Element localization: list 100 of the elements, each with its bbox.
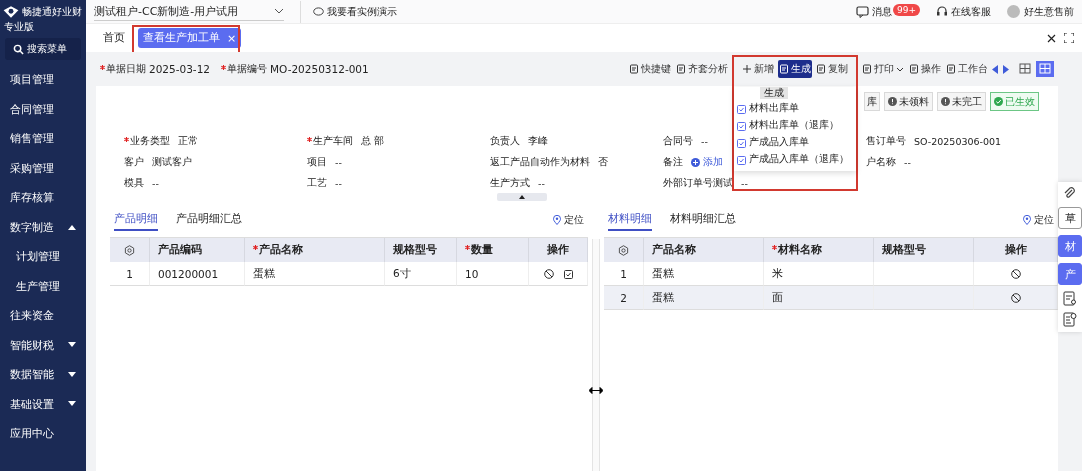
field-label: 售订单号 xyxy=(866,134,906,148)
sidebar-item[interactable]: 库存核算 xyxy=(0,183,86,213)
sidebar-item[interactable]: 基础设置 xyxy=(0,389,86,419)
menu-item[interactable]: 材料出库单 xyxy=(734,101,856,116)
field-label: 备注 xyxy=(663,155,683,169)
column-header: 操作 xyxy=(1004,243,1027,257)
check-circle-icon xyxy=(994,97,1003,106)
sidebar-item[interactable]: 数字制造 xyxy=(0,212,86,242)
table-cell: 10 xyxy=(457,262,529,286)
field-label: 户名称 xyxy=(866,155,896,169)
user-menu[interactable]: 好生意售前 xyxy=(1024,4,1074,19)
card-view-icon[interactable] xyxy=(1036,61,1054,77)
document-info-icon[interactable] xyxy=(1063,312,1077,327)
toolbar-button[interactable]: 工作台 xyxy=(945,60,989,78)
demo-link[interactable]: 我要看实例演示 xyxy=(300,0,397,23)
messages-button[interactable]: 消息 xyxy=(856,4,892,19)
toolbar-button[interactable]: 快捷键 xyxy=(628,60,672,78)
menu-search-button[interactable]: 搜索菜单 xyxy=(5,38,81,60)
toolbar-button[interactable]: 打印 xyxy=(861,60,905,78)
clipboard-check-icon xyxy=(737,154,746,165)
logo-text: 畅捷通好业财 xyxy=(22,5,82,19)
sidebar-subitem[interactable]: 生产管理 xyxy=(0,271,86,301)
sidebar-item[interactable]: 采购管理 xyxy=(0,153,86,183)
tool-icon xyxy=(676,64,686,74)
menu-item[interactable]: 产成品入库单 xyxy=(734,135,856,150)
row-number: 2 xyxy=(604,286,644,310)
resize-cursor-icon xyxy=(589,387,603,394)
required-icon xyxy=(100,64,105,70)
collapse-toggle-icon[interactable] xyxy=(497,193,547,201)
clipboard-check-icon[interactable] xyxy=(563,268,573,279)
side-tool-button[interactable]: 材 xyxy=(1058,235,1082,257)
support-button[interactable]: 在线客服 xyxy=(936,4,991,19)
column-header: 数量 xyxy=(465,243,493,257)
detail-tab[interactable]: 产品明细 xyxy=(114,209,158,231)
column-header: 材料名称 xyxy=(772,243,822,257)
toolbar-button[interactable]: 复制 xyxy=(815,60,849,78)
page-tab[interactable]: 首页 xyxy=(98,28,130,48)
menu-item[interactable]: 产成品入库单（退库） xyxy=(734,152,856,167)
column-header: 规格型号 xyxy=(393,243,437,257)
disable-icon[interactable] xyxy=(543,268,554,279)
field-value: 李峰 xyxy=(528,134,548,148)
chevron-down-icon xyxy=(274,8,284,14)
column-header: 产品名称 xyxy=(253,243,303,257)
sidebar-subitem[interactable]: 计划管理 xyxy=(0,242,86,272)
field-label: 单据编号 xyxy=(221,62,268,76)
document-search-icon[interactable] xyxy=(1063,291,1077,306)
disable-icon[interactable] xyxy=(1010,292,1021,303)
toolbar-button[interactable]: 操作 xyxy=(908,60,942,78)
field-value: 测试客户 xyxy=(152,155,192,169)
toolbar-button[interactable]: 新增 xyxy=(741,60,775,78)
toolbar-button[interactable]: 生成 xyxy=(778,60,812,78)
detail-tab[interactable]: 产品明细汇总 xyxy=(176,209,242,231)
required-icon xyxy=(253,245,258,250)
grid-view-icon[interactable] xyxy=(1016,61,1034,77)
sidebar-item[interactable]: 往来资金 xyxy=(0,301,86,331)
sidebar-item[interactable]: 销售管理 xyxy=(0,124,86,154)
tenant-select[interactable]: 测试租户-CC新制造-用户试用 xyxy=(94,2,284,21)
clipboard-check-icon xyxy=(737,103,746,114)
chat-icon xyxy=(313,6,324,17)
sidebar-item[interactable]: 数据智能 xyxy=(0,360,86,390)
detail-tab[interactable]: 材料明细汇总 xyxy=(670,209,736,231)
required-icon xyxy=(124,136,129,142)
search-icon xyxy=(13,43,24,55)
disable-icon[interactable] xyxy=(1010,268,1021,279)
status-tag: 未领料 xyxy=(884,92,933,111)
field-label: 负责人 xyxy=(490,134,520,148)
caret-icon xyxy=(68,342,76,349)
fullscreen-icon[interactable] xyxy=(1064,33,1074,43)
locate-button[interactable]: 定位 xyxy=(1023,213,1054,227)
field-label: 客户 xyxy=(124,155,144,169)
field-label: 业务类型 xyxy=(124,134,170,148)
paperclip-icon[interactable] xyxy=(1063,187,1077,201)
table-cell: 蛋糕 xyxy=(245,262,385,286)
locate-button[interactable]: 定位 xyxy=(553,213,584,227)
sidebar-item[interactable]: 应用中心 xyxy=(0,419,86,449)
sidebar-item[interactable]: 智能财税 xyxy=(0,330,86,360)
side-tool-button[interactable]: 产 xyxy=(1058,263,1082,285)
field-value: -- xyxy=(335,177,342,189)
clipboard-check-icon xyxy=(737,137,746,148)
sidebar-item[interactable]: 合同管理 xyxy=(0,94,86,124)
side-tool-button[interactable]: 草 xyxy=(1058,207,1082,229)
page-tab[interactable]: 查看生产加工单 × xyxy=(138,28,242,48)
caret-icon xyxy=(68,401,76,408)
toolbar-button[interactable]: 齐套分析 xyxy=(675,60,729,78)
field-label: 生产方式 xyxy=(490,176,530,190)
settings-icon[interactable] xyxy=(124,244,135,256)
add-note-link[interactable]: 添加 xyxy=(691,155,723,169)
settings-icon[interactable] xyxy=(618,244,629,256)
detail-tab[interactable]: 材料明细 xyxy=(608,209,652,231)
field-value: -- xyxy=(538,177,545,189)
next-icon[interactable] xyxy=(1002,64,1009,74)
menu-item[interactable]: 材料出库单（退库） xyxy=(734,118,856,133)
close-icon[interactable] xyxy=(1047,33,1056,43)
field-label: 返工产品自动作为材料 xyxy=(490,155,590,169)
sidebar-item[interactable]: 项目管理 xyxy=(0,65,86,95)
field-value: SO-20250306-001 xyxy=(914,135,1002,147)
previous-icon[interactable] xyxy=(992,64,999,74)
field-value: 否 xyxy=(598,155,608,169)
tooltip: 生成 xyxy=(760,87,788,99)
status-tag: 未完工 xyxy=(937,92,986,111)
